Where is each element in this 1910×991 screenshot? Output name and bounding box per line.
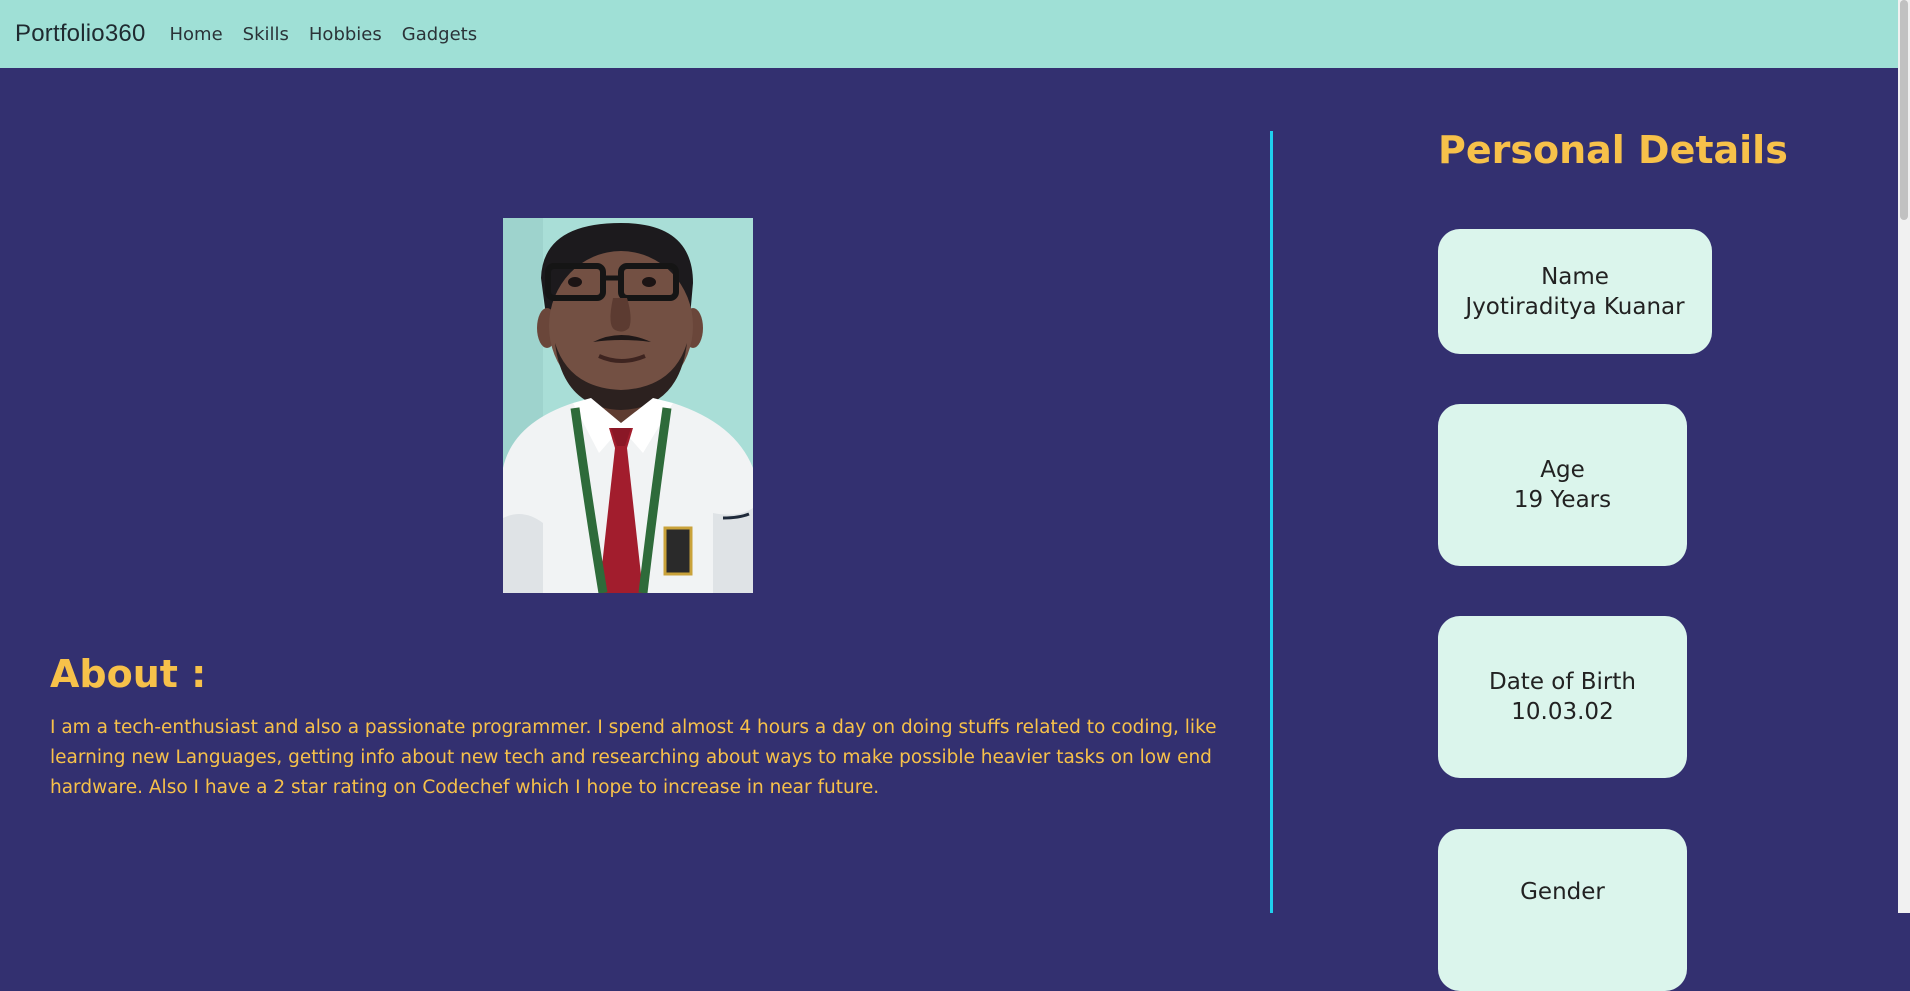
detail-card-label: Age <box>1540 457 1585 483</box>
profile-photo-illustration <box>503 218 753 593</box>
nav-link-hobbies[interactable]: Hobbies <box>309 24 382 45</box>
vertical-divider <box>1270 131 1273 913</box>
nav-link-home[interactable]: Home <box>170 24 223 45</box>
nav-link-gadgets[interactable]: Gadgets <box>402 24 477 45</box>
about-heading: About : <box>50 652 207 696</box>
detail-card-dob: Date of Birth 10.03.02 <box>1438 616 1687 778</box>
detail-card-value: Jyotiraditya Kuanar <box>1465 293 1685 320</box>
detail-card-label: Name <box>1541 263 1609 290</box>
navbar: Portfolio360 Home Skills Hobbies Gadgets <box>0 0 1898 68</box>
detail-card-label: Date of Birth <box>1489 669 1636 695</box>
profile-photo <box>503 218 753 593</box>
detail-card-age: Age 19 Years <box>1438 404 1687 566</box>
brand-link[interactable]: Portfolio360 <box>15 20 146 48</box>
detail-card-gender: Gender <box>1438 829 1687 991</box>
scrollbar-thumb[interactable] <box>1900 0 1908 220</box>
detail-card-name: Name Jyotiraditya Kuanar <box>1438 229 1712 354</box>
detail-card-value: 19 Years <box>1513 487 1612 513</box>
nav-link-skills[interactable]: Skills <box>243 24 289 45</box>
detail-card-label: Gender <box>1520 879 1605 905</box>
detail-card-value: 10.03.02 <box>1511 699 1614 725</box>
page-scrollbar[interactable] <box>1898 0 1910 913</box>
about-text: I am a tech-enthusiast and also a passio… <box>50 717 1217 798</box>
personal-details-heading: Personal Details <box>1438 128 1788 172</box>
